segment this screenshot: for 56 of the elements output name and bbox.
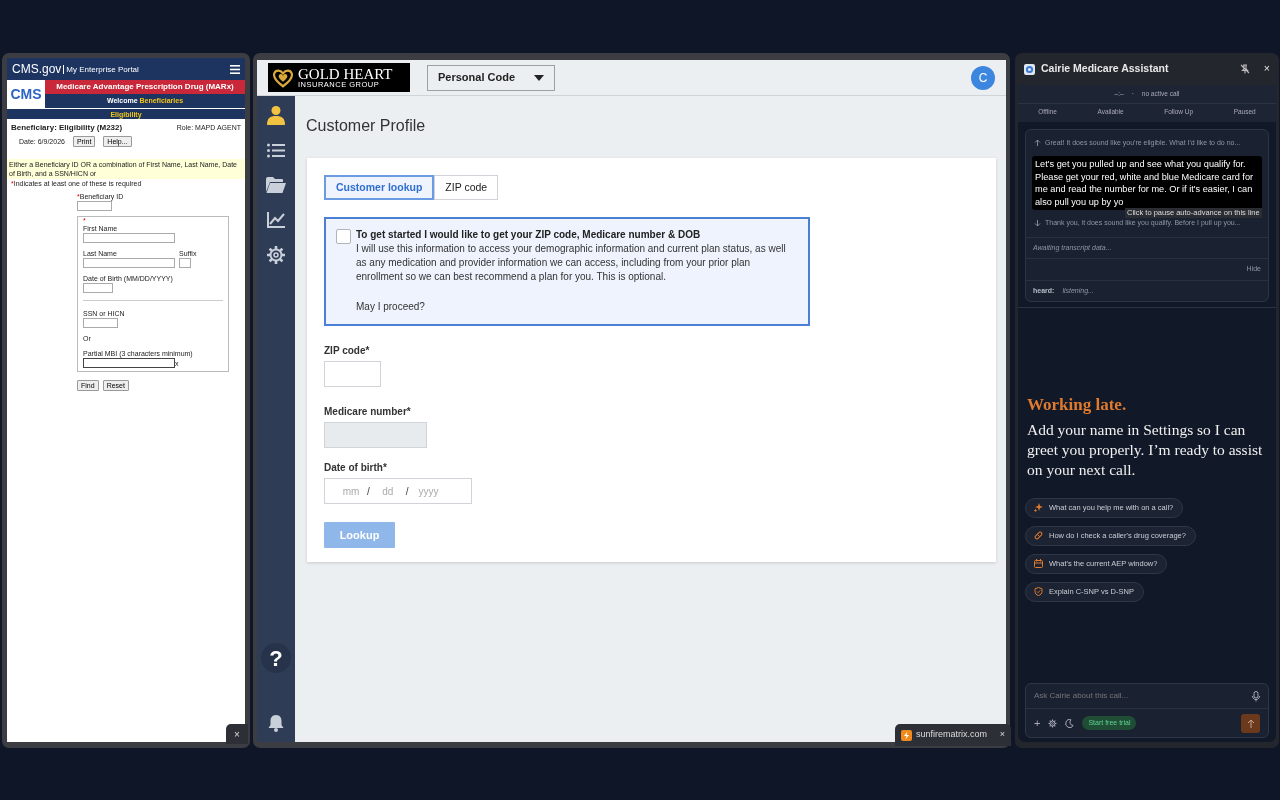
bell-icon[interactable] (268, 714, 284, 732)
chart-icon[interactable] (267, 212, 285, 228)
arrow-down-icon[interactable] (1034, 219, 1041, 227)
tab[interactable]: ZIP code (434, 175, 499, 200)
window-title: Cairie Medicare Assistant (1041, 61, 1169, 77)
logo-title: GOLD HEART (298, 66, 393, 81)
arrow-up-icon[interactable] (1034, 139, 1041, 147)
moon-icon[interactable] (1065, 718, 1075, 728)
settings-icon[interactable] (1048, 718, 1058, 728)
greeting-title: Working late. (1027, 394, 1128, 416)
text-field[interactable] (83, 233, 175, 243)
checkbox[interactable] (336, 229, 351, 244)
shield-icon (1034, 587, 1043, 596)
banner-title: Medicare Advantage Prescription Drug (MARx) (45, 80, 245, 94)
person-icon[interactable] (267, 105, 285, 125)
caret-icon (534, 74, 544, 81)
page-title: Customer Profile (306, 116, 427, 136)
menu-icon[interactable] (230, 64, 240, 74)
site-icon (901, 729, 912, 741)
text-field[interactable] (83, 283, 113, 293)
code-dropdown[interactable]: Personal Code (427, 64, 555, 91)
greeting-text: Add your name in Settings so I can greet you properly. I’m ready to assist on your next call. (1027, 419, 1264, 480)
browser-tab[interactable]: sunfirematrix.com × (895, 724, 1011, 746)
settings-icon[interactable] (267, 246, 285, 264)
text-field[interactable] (83, 258, 175, 268)
text-field[interactable] (83, 358, 175, 368)
date-field[interactable]: mm / dd / yyyy (324, 478, 472, 504)
arrow-up-icon (1246, 718, 1255, 728)
user-avatar[interactable]: C (971, 65, 995, 90)
unpin-icon[interactable] (1239, 64, 1250, 74)
microphone-icon[interactable] (1252, 690, 1260, 702)
calendar-icon (1034, 559, 1043, 568)
page-title: Beneficiary: Eligibility (M232) (11, 123, 123, 132)
consent-text: I will use this information to access your demographic information and current plan status, as well as any medication and provider information we can access, including from your prior plan enrollment so we can best recommend a plan for you. This is optional. (356, 242, 787, 284)
app-icon (1024, 63, 1035, 75)
portal-title: My Enterprise Portal (63, 64, 139, 74)
close-button[interactable]: × (999, 728, 1005, 742)
field-label: Medicare number* (324, 405, 412, 419)
site-title: CMS.gov (12, 64, 62, 74)
text-field[interactable] (179, 258, 191, 268)
send-button[interactable] (1241, 713, 1260, 733)
help-button[interactable]: ? (261, 643, 291, 673)
close-button[interactable]: × (1263, 61, 1270, 77)
tab[interactable]: Customer lookup (324, 175, 435, 200)
list-icon[interactable] (267, 142, 285, 158)
text-field[interactable] (83, 318, 118, 328)
field-label: Date of birth* (324, 461, 388, 475)
pill-icon (1034, 531, 1043, 540)
consent-title: To get started I would like to get your ZIP code, Medicare number & DOB (356, 228, 702, 242)
field-label: ZIP code* (324, 344, 371, 358)
add-button[interactable]: + (1034, 714, 1041, 732)
folder-icon[interactable] (266, 177, 286, 193)
consent-question: May I proceed? (356, 300, 426, 314)
text-field[interactable] (77, 201, 112, 211)
sparkle-icon (1034, 503, 1043, 512)
close-button[interactable]: × (226, 724, 248, 744)
